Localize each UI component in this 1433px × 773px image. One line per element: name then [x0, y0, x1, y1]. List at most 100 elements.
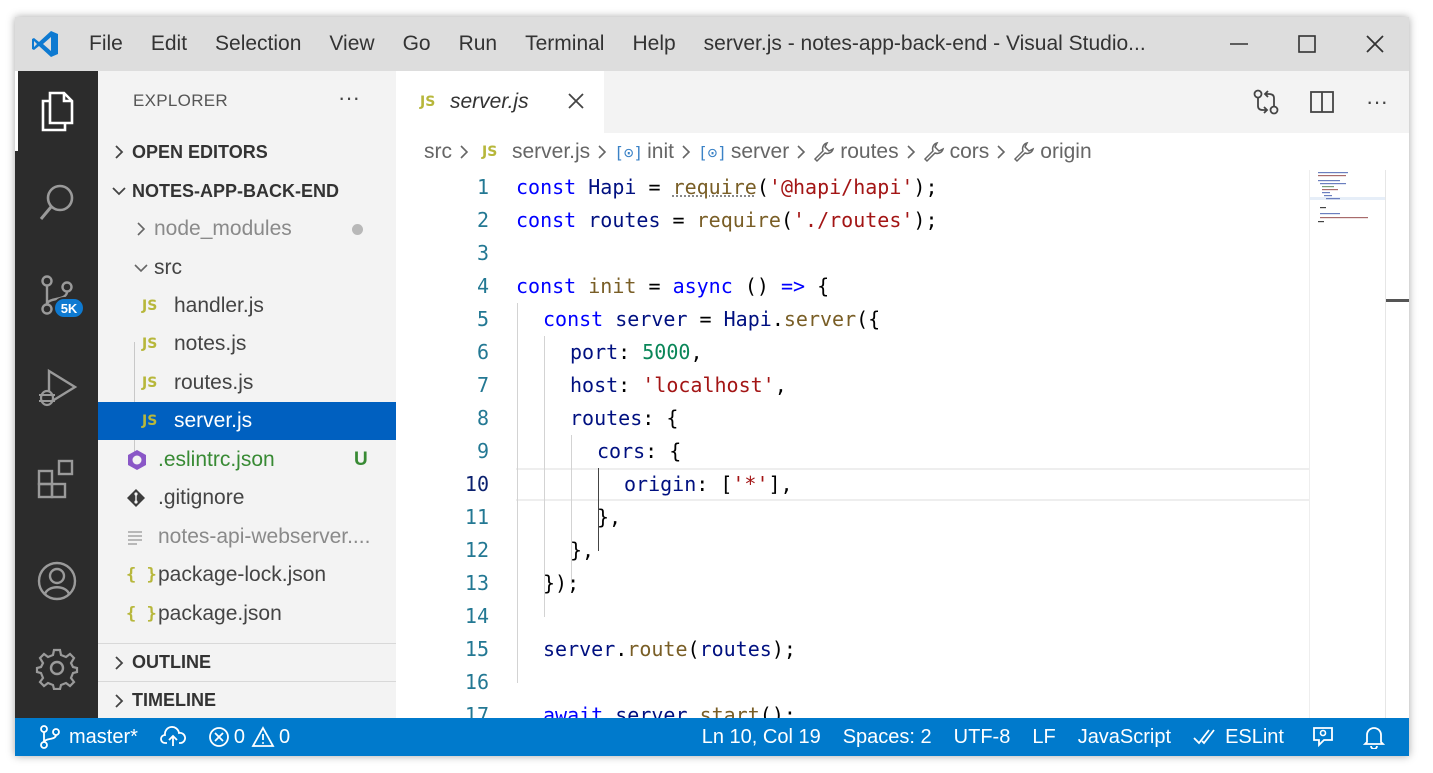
breadcrumb-item[interactable]: init	[647, 140, 674, 164]
accounts-activity-button[interactable]	[15, 541, 98, 621]
breadcrumb-item[interactable]: server.js	[512, 140, 590, 164]
line-number: 3	[476, 241, 489, 265]
tree-item-label: notes-api-webserver....	[158, 525, 371, 548]
notifications-button[interactable]	[1351, 718, 1409, 756]
split-editor-icon	[1310, 91, 1334, 113]
timeline-section[interactable]: TIMELINE	[98, 681, 396, 719]
feedback-button[interactable]	[1295, 718, 1351, 756]
run-debug-activity-button[interactable]	[15, 347, 98, 427]
sync-status[interactable]	[149, 718, 197, 756]
open-changes-button[interactable]	[1251, 87, 1281, 117]
code-line: });	[543, 571, 580, 595]
wrench-icon	[923, 141, 945, 163]
close-window-button[interactable]	[1341, 17, 1409, 71]
tab-label: server.js	[450, 90, 529, 113]
tree-item-notes-js[interactable]: JS notes.js	[98, 325, 396, 363]
tree-item-eslintrc[interactable]: .eslintrc.json U	[98, 441, 396, 479]
maximize-icon	[1298, 35, 1316, 53]
breadcrumb-item[interactable]: routes	[840, 140, 898, 164]
encoding-status[interactable]: UTF-8	[943, 718, 1022, 756]
search-activity-button[interactable]	[15, 163, 98, 243]
menu-edit[interactable]: Edit	[137, 17, 201, 71]
code-editor[interactable]: 1 2 3 4 5 6 7 8 9 10 11 12 13 14 15 16 1…	[396, 170, 1409, 718]
chevron-down-icon	[106, 185, 132, 197]
breadcrumb: src JS server.js [⊙] init [⊙] server rou…	[424, 137, 1092, 167]
editor-more-button[interactable]: ···	[1362, 87, 1392, 117]
tree-item-package-json[interactable]: { } package.json	[98, 595, 396, 633]
tree-item-src[interactable]: src	[98, 249, 396, 287]
close-icon	[1366, 35, 1384, 53]
javascript-file-icon: JS	[420, 94, 436, 110]
editor-area: JS server.js ··· src JS server.js [⊙] in…	[396, 71, 1409, 718]
menu-help[interactable]: Help	[618, 17, 689, 71]
tree-item-label: node_modules	[154, 217, 292, 240]
code-line: routes: {	[570, 406, 679, 430]
project-label: NOTES-APP-BACK-END	[132, 180, 339, 201]
menu-go[interactable]: Go	[389, 17, 445, 71]
tree-item-gitignore[interactable]: .gitignore	[98, 479, 396, 517]
language-mode-status[interactable]: JavaScript	[1067, 718, 1182, 756]
code-line: const Hapi = require('@hapi/hapi');	[516, 175, 938, 199]
code-line: port: 5000,	[570, 340, 703, 364]
outline-section[interactable]: OUTLINE	[98, 643, 396, 681]
explorer-activity-button[interactable]	[15, 71, 98, 151]
explorer-more-button[interactable]: ···	[338, 85, 360, 111]
double-check-icon	[1193, 729, 1215, 745]
tree-item-handler-js[interactable]: JS handler.js	[98, 287, 396, 325]
tree-item-label: server.js	[174, 409, 253, 432]
explorer-sidebar: EXPLORER ··· OPEN EDITORS NOTES-APP-BACK…	[98, 71, 396, 718]
window-title: server.js - notes-app-back-end - Visual …	[703, 32, 1146, 55]
project-section[interactable]: NOTES-APP-BACK-END	[98, 172, 396, 210]
tree-item-node-modules[interactable]: node_modules	[98, 210, 396, 248]
breadcrumb-item[interactable]: cors	[950, 140, 990, 164]
breadcrumb-item[interactable]: server	[731, 140, 789, 164]
line-number: 2	[476, 208, 489, 232]
tree-item-label: notes.js	[174, 332, 247, 355]
source-control-activity-button[interactable]	[15, 255, 98, 335]
open-editors-section[interactable]: OPEN EDITORS	[98, 133, 396, 171]
manage-activity-button[interactable]	[15, 628, 98, 708]
maximize-button[interactable]	[1273, 17, 1341, 71]
menu-view[interactable]: View	[315, 17, 388, 71]
indentation-status[interactable]: Spaces: 2	[832, 718, 943, 756]
problems-status[interactable]: 0 0	[197, 718, 301, 756]
javascript-file-icon: JS	[142, 375, 158, 391]
menu-selection[interactable]: Selection	[201, 17, 315, 71]
menu-terminal[interactable]: Terminal	[511, 17, 618, 71]
tree-item-label: package-lock.json	[158, 563, 327, 586]
gear-icon	[35, 648, 78, 690]
chevron-right-icon	[795, 144, 807, 160]
breadcrumb-item[interactable]: src	[424, 140, 452, 164]
menu-file[interactable]: File	[75, 17, 137, 71]
cursor-position-status[interactable]: Ln 10, Col 19	[691, 718, 832, 756]
tab-bar: JS server.js ···	[396, 71, 1409, 133]
breadcrumb-item[interactable]: origin	[1040, 140, 1091, 164]
vertical-scrollbar[interactable]	[1385, 170, 1409, 718]
tree-item-server-js[interactable]: JS server.js	[98, 402, 396, 440]
branch-name: master*	[69, 725, 138, 748]
tree-item-routes-js[interactable]: JS routes.js	[98, 364, 396, 402]
minimap[interactable]	[1309, 170, 1386, 718]
split-editor-button[interactable]	[1307, 87, 1337, 117]
menu-run[interactable]: Run	[445, 17, 512, 71]
git-branch-status[interactable]: master*	[15, 718, 149, 756]
javascript-file-icon: JS	[482, 144, 498, 160]
tab-server-js[interactable]: JS server.js	[396, 71, 604, 133]
tree-item-package-lock[interactable]: { } package-lock.json	[98, 556, 396, 594]
close-tab-button[interactable]	[564, 89, 588, 119]
minimize-button[interactable]	[1205, 17, 1273, 71]
scrollbar-cursor-marker	[1386, 299, 1409, 302]
code-line: const server = Hapi.server({	[543, 307, 881, 331]
text-file-icon	[126, 528, 158, 546]
eol-status[interactable]: LF	[1021, 718, 1066, 756]
extensions-activity-button[interactable]	[15, 439, 98, 519]
code-line: const init = async () => {	[516, 274, 830, 298]
eslint-status[interactable]: ESLint	[1182, 718, 1295, 756]
tree-item-notes-api[interactable]: notes-api-webserver....	[98, 518, 396, 556]
line-number: 8	[476, 406, 489, 430]
vscode-logo-icon[interactable]	[15, 17, 75, 71]
activity-bar: 5K	[15, 71, 98, 718]
line-number: 9	[476, 439, 489, 463]
chevron-right-icon	[128, 221, 154, 237]
line-number: 17	[464, 703, 489, 718]
